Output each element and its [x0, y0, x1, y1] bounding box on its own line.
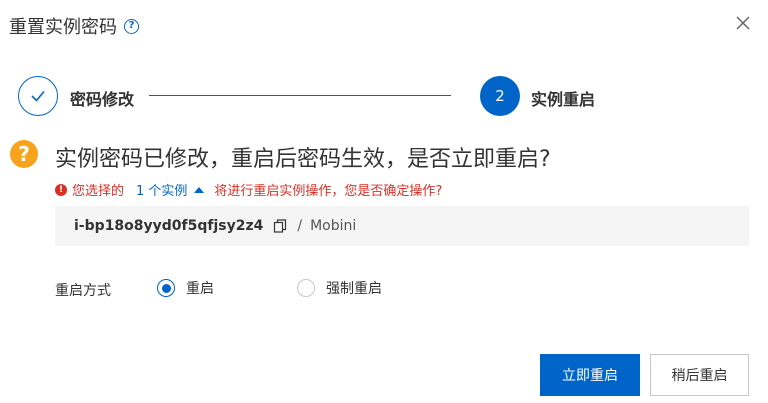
close-icon[interactable] [734, 14, 752, 32]
restart-now-button[interactable]: 立即重启 [540, 354, 640, 396]
restart-later-button[interactable]: 稍后重启 [650, 354, 749, 396]
question-circle-icon[interactable]: ? [124, 18, 139, 34]
stepper: 密码修改 2 实例重启 [18, 76, 618, 116]
radio-restart-label: 重启 [186, 281, 214, 297]
radio-force-restart[interactable]: 强制重启 [297, 278, 382, 298]
dialog-title-row: 重置实例密码 ? [9, 13, 139, 39]
warning-suffix: 将进行重启实例操作，您是否确定操作? [214, 184, 443, 199]
radio-button-checked[interactable] [157, 279, 175, 297]
step-1-label: 密码修改 [70, 90, 135, 109]
instance-id: i-bp18o8yyd0f5qfjsy2z4 [74, 218, 264, 234]
dialog-title: 重置实例密码 [9, 17, 117, 38]
step-2-label: 实例重启 [531, 90, 596, 109]
step-2-indicator: 2 [480, 76, 520, 116]
warning-prefix: 您选择的 [72, 184, 125, 199]
copy-icon[interactable] [273, 219, 287, 233]
instance-name: Mobini [310, 218, 357, 234]
step-1-done-indicator [18, 76, 58, 116]
confirm-question: 实例密码已修改，重启后密码生效，是否立即重启? [55, 147, 551, 172]
instance-count-label: 1 个实例 [136, 184, 188, 199]
warning-question-icon: ? [10, 140, 38, 168]
step-connector-line [149, 95, 451, 96]
caret-up-icon [194, 186, 205, 193]
restart-mode-label: 重启方式 [55, 283, 111, 299]
radio-restart[interactable]: 重启 [157, 278, 214, 298]
separator: / [297, 218, 303, 234]
check-icon [31, 90, 45, 102]
step-2-number: 2 [495, 87, 505, 105]
radio-button-unchecked[interactable] [297, 279, 315, 297]
error-icon: ! [55, 183, 67, 196]
radio-force-restart-label: 强制重启 [326, 281, 382, 297]
instance-list-item: i-bp18o8yyd0f5qfjsy2z4 / Mobini [55, 206, 749, 246]
instance-count-toggle[interactable]: 1 个实例 [136, 180, 205, 199]
warning-message: ! 您选择的 1 个实例 将进行重启实例操作，您是否确定操作? [55, 180, 442, 199]
